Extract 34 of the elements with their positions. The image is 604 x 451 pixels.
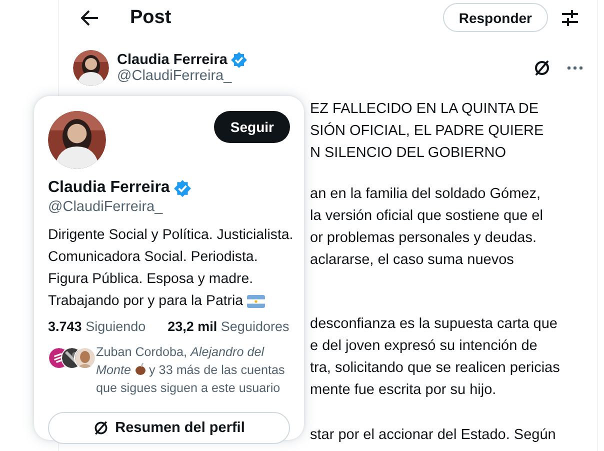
profile-summary-button[interactable]: Resumen del perfil [48,412,290,444]
post-text: aclararse, el caso suma nuevos [310,251,515,270]
bio-text: Trabajando por y para la Patria [48,292,244,311]
profile-name[interactable]: Claudia Ferreira [48,179,170,197]
profile-handle[interactable]: @ClaudiFerreira_ [48,199,290,215]
slashed-circle-icon[interactable] [533,59,551,77]
post-text: desconfianza es la supuesta carta que [310,315,558,334]
reply-button[interactable]: Responder [442,3,548,32]
page-title: Post [130,6,172,28]
author-handle[interactable]: @ClaudiFerreira_ [117,68,248,84]
follow-button[interactable]: Seguir [214,111,290,143]
post-text: an en la familia del soldado Gómez, [310,185,542,204]
post-text: tra, solicitando que se realicen pericias [310,359,561,378]
bio-text: Comunicadora Social. Periodista. [48,248,258,267]
post-text: e del joven expresó su intención de [310,337,538,356]
stat-link[interactable]: 3.743 Siguiendo [48,319,146,334]
post-text: mente fue escrita por su hijo. [310,381,498,400]
bio-text: Dirigente Social y Política. Justicialista. [48,226,294,245]
post-text: SIÓN OFICIAL, EL PADRE QUIERE [310,121,545,141]
post-text: or problemas personales y deudas. [310,229,538,248]
author-name[interactable]: Claudia Ferreira [117,52,228,68]
more-icon[interactable] [567,66,583,70]
stat-link[interactable]: 23,2 mil Seguidores [168,319,290,334]
sliders-icon[interactable] [561,8,579,26]
followers-you-know-text: Zuban Cordoba, Alejandro del Monte y 33 más de las cuentas que sigues siguen a este usuario [96,344,286,397]
post-text: N SILENCIO DEL GOBIERNO [310,144,508,163]
back-arrow-icon[interactable] [81,10,99,26]
bio-text: Figura Pública. Esposa y madre. [48,270,254,289]
gourd-icon [134,363,146,375]
post-text: la versión oficial que sostiene que el [310,207,544,226]
post-text: EZ FALLECIDO EN LA QUINTA DE [310,100,540,119]
slashed-circle-icon [93,420,110,436]
post-text: star por el accionar del Estado. Según [310,426,557,445]
flag-icon [247,294,266,308]
